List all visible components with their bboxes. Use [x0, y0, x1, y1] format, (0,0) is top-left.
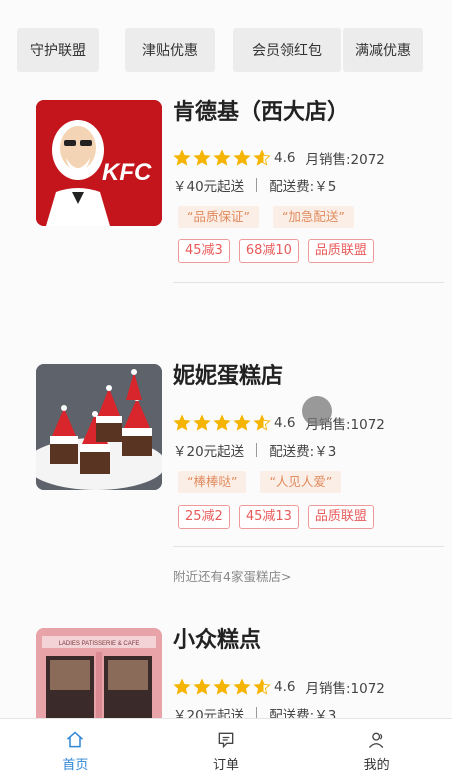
discount-tag: 品质联盟: [307, 505, 374, 529]
kfc-logo: KFC: [36, 100, 162, 226]
order-icon: [218, 732, 234, 749]
user-icon: [368, 732, 384, 748]
star-icon: [253, 414, 271, 431]
star-icon: [213, 149, 231, 166]
star-rating: [173, 678, 273, 696]
min-order: ￥20元起送: [173, 444, 245, 460]
monthly-sales: 月销售:1072: [305, 681, 385, 697]
rating-row: 4.6 月销售:1072: [173, 677, 385, 697]
discount-tags: 45减3 68减10 品质联盟: [178, 239, 383, 263]
delivery-fee: 配送费:￥3: [269, 444, 337, 460]
tab-profile[interactable]: 我的: [301, 719, 452, 784]
filter-bar: 守护联盟 津贴优惠 会员领红包 满减优惠: [17, 28, 452, 72]
shop-name: 妮妮蛋糕店: [173, 364, 284, 389]
slogan-tags: “棒棒哒” “人见人爱”: [178, 471, 355, 493]
rating-row: 4.6 月销售:2072: [173, 148, 385, 168]
star-rating: [173, 149, 273, 167]
shop-image: LADIES PATISSERIE & CAFE: [36, 628, 162, 718]
discount-tag: 25减2: [178, 505, 230, 529]
shop-image: [36, 364, 162, 490]
tab-label: 订单: [213, 758, 240, 773]
star-icon: [173, 414, 191, 431]
slogan-tag: “棒棒哒”: [178, 471, 247, 493]
discount-tag: 45减3: [178, 239, 230, 263]
divider: [256, 443, 258, 457]
monthly-sales: 月销售:2072: [305, 152, 385, 168]
slogan-tag: “人见人爱”: [260, 471, 342, 493]
slogan-tag: “品质保证”: [178, 206, 259, 228]
star-icon: [213, 414, 231, 431]
tab-orders[interactable]: 订单: [151, 719, 302, 784]
cake-photo: [36, 364, 162, 490]
patisserie-photo: LADIES PATISSERIE & CAFE: [36, 628, 162, 718]
star-icon: [193, 678, 211, 695]
divider: [173, 546, 444, 547]
discount-tag: 45减13: [238, 505, 299, 529]
star-icon: [233, 414, 251, 431]
divider: [256, 178, 258, 192]
star-icon: [193, 149, 211, 166]
star-rating: [173, 414, 273, 432]
discount-tags: 25减2 45减13 品质联盟: [178, 505, 383, 529]
discount-tag: 品质联盟: [307, 239, 374, 263]
delivery-fee: 配送费:￥5: [269, 179, 337, 195]
home-icon: [67, 731, 84, 748]
star-icon: [233, 678, 251, 695]
tab-label: 首页: [62, 758, 89, 773]
rating-score: 4.6: [274, 150, 296, 166]
slogan-tag: “加急配送”: [272, 206, 354, 228]
slogan-tags: “品质保证” “加急配送”: [178, 206, 368, 228]
touch-indicator: [302, 396, 332, 426]
nearby-shops-link[interactable]: 附近还有4家蛋糕店>: [173, 566, 291, 585]
filter-chip[interactable]: 会员领红包: [233, 28, 341, 72]
bottom-tab-bar: 首页 订单 我的: [0, 718, 452, 784]
shop-image: KFC: [36, 100, 162, 226]
fee-row: ￥40元起送 配送费:￥5: [173, 175, 336, 195]
shop-name: 小众糕点: [173, 628, 262, 653]
star-icon: [173, 678, 191, 695]
discount-tag: 68减10: [238, 239, 299, 263]
rating-score: 4.6: [274, 415, 296, 431]
star-icon: [173, 149, 191, 166]
star-icon: [233, 149, 251, 166]
fee-row: ￥20元起送 配送费:￥3: [173, 440, 336, 460]
divider: [173, 282, 444, 283]
min-order: ￥40元起送: [173, 179, 245, 195]
rating-score: 4.6: [274, 679, 296, 695]
star-icon: [193, 414, 211, 431]
star-icon: [253, 149, 271, 166]
filter-chip[interactable]: 守护联盟: [17, 28, 99, 72]
kfc-logo-text: KFC: [102, 159, 152, 186]
filter-chip[interactable]: 满减优惠: [343, 28, 423, 72]
star-icon: [213, 678, 231, 695]
filter-chip[interactable]: 津贴优惠: [125, 28, 215, 72]
rating-row: 4.6 月销售:1072: [173, 413, 385, 433]
tab-home[interactable]: 首页: [0, 719, 151, 784]
storefront-sign: LADIES PATISSERIE & CAFE: [59, 641, 140, 647]
star-icon: [253, 678, 271, 695]
shop-name: 肯德基（西大店）: [173, 100, 350, 125]
tab-label: 我的: [363, 758, 390, 773]
